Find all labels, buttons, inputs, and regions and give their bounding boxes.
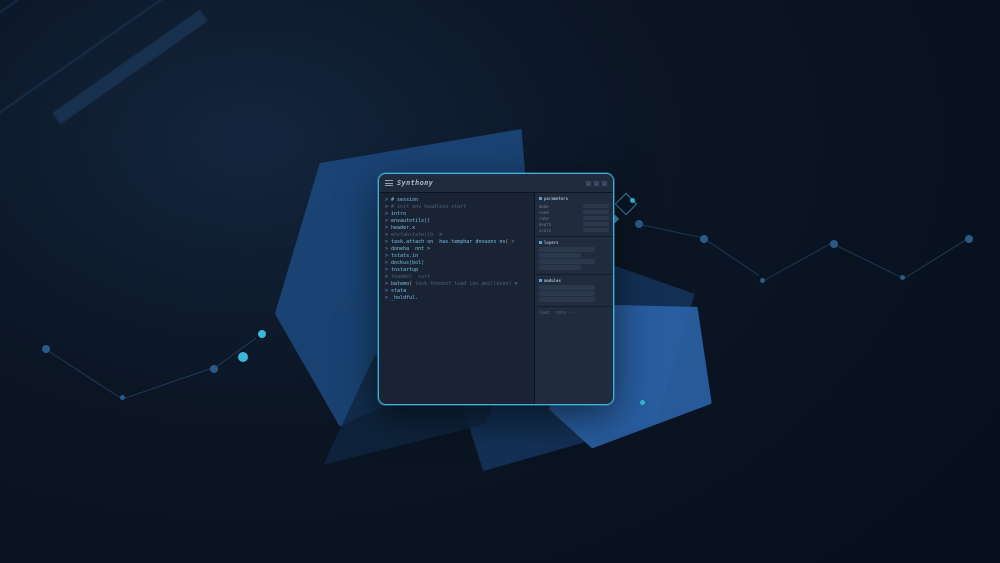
- panel-section-layers: layers: [535, 237, 613, 275]
- panel-heading: modules: [539, 278, 609, 283]
- node-dot: [238, 352, 248, 362]
- module-item[interactable]: [539, 291, 595, 296]
- node-dot: [965, 235, 973, 243]
- minimize-button[interactable]: [586, 181, 591, 186]
- code-line: > stata: [385, 288, 528, 295]
- module-item[interactable]: [539, 297, 595, 302]
- code-line: > header.x: [385, 225, 528, 232]
- titlebar[interactable]: Synthony: [379, 174, 613, 193]
- param-value[interactable]: [583, 216, 609, 220]
- param-label: mode: [539, 204, 549, 209]
- app-title: Synthony: [397, 179, 583, 187]
- code-line: > # session: [385, 197, 528, 204]
- panel-section-modules: modules: [535, 275, 613, 307]
- node-dot: [640, 400, 645, 405]
- code-line: > doneha nnt >: [385, 246, 528, 253]
- param-label: seed: [539, 210, 549, 215]
- code-line: > batemo( task.thnnbof load inn amcllese…: [385, 281, 528, 288]
- code-line: > envtabstate()b >: [385, 232, 528, 239]
- node-dot: [258, 330, 266, 338]
- param-value[interactable]: [583, 210, 609, 214]
- code-line: > tstats.in: [385, 253, 528, 260]
- layer-item[interactable]: [539, 247, 595, 252]
- code-line: > tnstartup: [385, 267, 528, 274]
- code-line: > feadmel curt: [385, 274, 528, 281]
- panel-heading: layers: [539, 240, 609, 245]
- side-panel: parameters modeseedratedepthscale layers…: [534, 193, 613, 404]
- code-line: > _holdful.: [385, 295, 528, 302]
- code-editor[interactable]: > # session> # init env headless start> …: [379, 193, 534, 404]
- layer-item[interactable]: [539, 253, 581, 258]
- panel-section-parameters: parameters modeseedratedepthscale: [535, 193, 613, 237]
- module-item[interactable]: [539, 285, 595, 290]
- code-line: > task.attach on has.temphar dnvuons nx(…: [385, 239, 528, 246]
- layer-item[interactable]: [539, 265, 581, 270]
- panel-heading: parameters: [539, 196, 609, 201]
- param-value[interactable]: [583, 204, 609, 208]
- param-value[interactable]: [583, 222, 609, 226]
- param-label: scale: [539, 228, 551, 233]
- maximize-button[interactable]: [594, 181, 599, 186]
- panel-output: load: safe: --: [535, 307, 613, 404]
- param-label: rate: [539, 216, 549, 221]
- close-button[interactable]: [602, 181, 607, 186]
- layer-item[interactable]: [539, 259, 595, 264]
- param-value[interactable]: [583, 228, 609, 232]
- menu-icon[interactable]: [385, 180, 393, 186]
- code-line: > # init env headless start: [385, 204, 528, 211]
- code-line: > intro: [385, 211, 528, 218]
- param-label: depth: [539, 222, 551, 227]
- app-window: Synthony > # session> # init env headles…: [378, 173, 614, 405]
- code-line: > envautotils(): [385, 218, 528, 225]
- code-line: > dockus(bol): [385, 260, 528, 267]
- param-row[interactable]: scale: [539, 227, 609, 233]
